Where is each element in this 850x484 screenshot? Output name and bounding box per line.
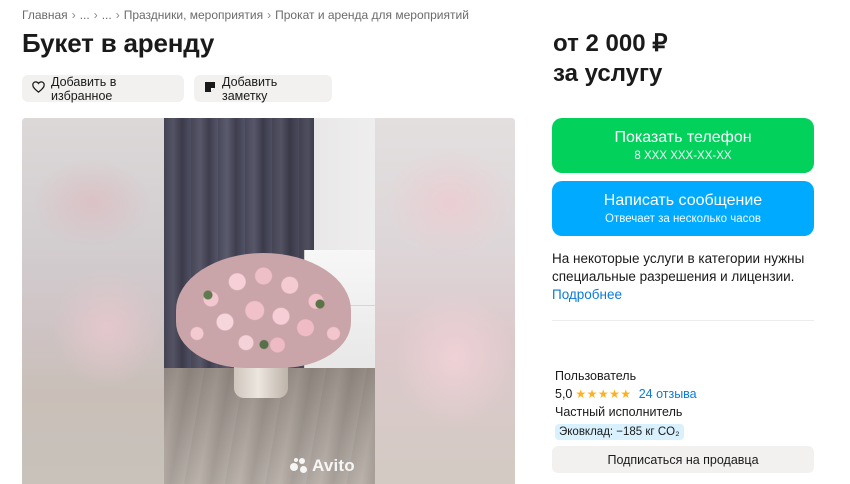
breadcrumb-item-collapsed[interactable]: ...	[80, 8, 90, 22]
heart-icon	[32, 81, 45, 96]
add-to-favorites-button[interactable]: Добавить в избранное	[22, 74, 184, 103]
breadcrumb-item-collapsed[interactable]: ...	[102, 8, 112, 22]
gallery-blurred-background-right	[375, 118, 515, 484]
seller-info: Пользователь 5,0 ★★★★★ 24 отзыва Частный…	[555, 368, 815, 440]
eco-contribution-badge[interactable]: Эковклад: −185 кг CO₂	[555, 424, 684, 440]
reviews-link[interactable]: 24 отзыва	[639, 386, 697, 402]
gallery-blurred-background-left	[22, 118, 164, 484]
breadcrumb-item-rental[interactable]: Прокат и аренда для мероприятий	[275, 8, 469, 22]
divider	[552, 320, 814, 321]
show-phone-label: Показать телефон	[614, 129, 752, 146]
subscribe-seller-label: Подписаться на продавца	[607, 452, 759, 467]
seller-rating: 5,0 ★★★★★ 24 отзыва	[555, 386, 815, 402]
seller-name[interactable]: Пользователь	[555, 368, 815, 384]
note-icon	[204, 81, 216, 96]
add-note-label: Добавить заметку	[222, 74, 278, 103]
write-message-label: Написать сообщение	[603, 192, 763, 209]
breadcrumb-separator: ›	[115, 8, 120, 22]
breadcrumb-separator: ›	[267, 8, 272, 22]
price-amount: от 2 000 ₽	[553, 30, 668, 57]
more-info-link[interactable]: Подробнее	[552, 286, 814, 304]
breadcrumb: Главная › ... › ... › Праздники, меропри…	[22, 8, 469, 22]
avito-watermark-text: Avito	[312, 456, 355, 475]
show-phone-button[interactable]: Показать телефон 8 XXX XXX-XX-XX	[552, 118, 814, 173]
price: от 2 000 ₽ за услугу	[553, 29, 667, 89]
masked-phone-number: 8 XXX XXX-XX-XX	[634, 150, 732, 162]
response-time: Отвечает за несколько часов	[605, 213, 761, 225]
license-notice-text: На некоторые услуги в категории нужны сп…	[552, 251, 805, 284]
breadcrumb-separator: ›	[71, 8, 76, 22]
rating-value: 5,0	[555, 387, 573, 401]
license-notice: На некоторые услуги в категории нужны сп…	[552, 250, 814, 304]
breadcrumb-item-holidays[interactable]: Праздники, мероприятия	[124, 8, 263, 22]
breadcrumb-separator: ›	[93, 8, 98, 22]
subscribe-seller-button[interactable]: Подписаться на продавца	[552, 446, 814, 473]
breadcrumb-item-home[interactable]: Главная	[22, 8, 68, 22]
avito-logo-icon	[290, 458, 308, 474]
avito-watermark: Avito	[290, 456, 355, 476]
photo-gallery[interactable]: Avito	[22, 118, 515, 484]
page-title: Букет в аренду	[22, 28, 215, 58]
seller-type: Частный исполнитель	[555, 405, 683, 419]
price-unit: за услугу	[553, 60, 663, 87]
add-note-button[interactable]: Добавить заметку	[194, 74, 332, 103]
main-photo[interactable]	[164, 118, 375, 484]
rating-stars-icon: ★★★★★	[575, 387, 632, 401]
add-to-favorites-label: Добавить в избранное	[51, 74, 117, 103]
write-message-button[interactable]: Написать сообщение Отвечает за несколько…	[552, 181, 814, 236]
